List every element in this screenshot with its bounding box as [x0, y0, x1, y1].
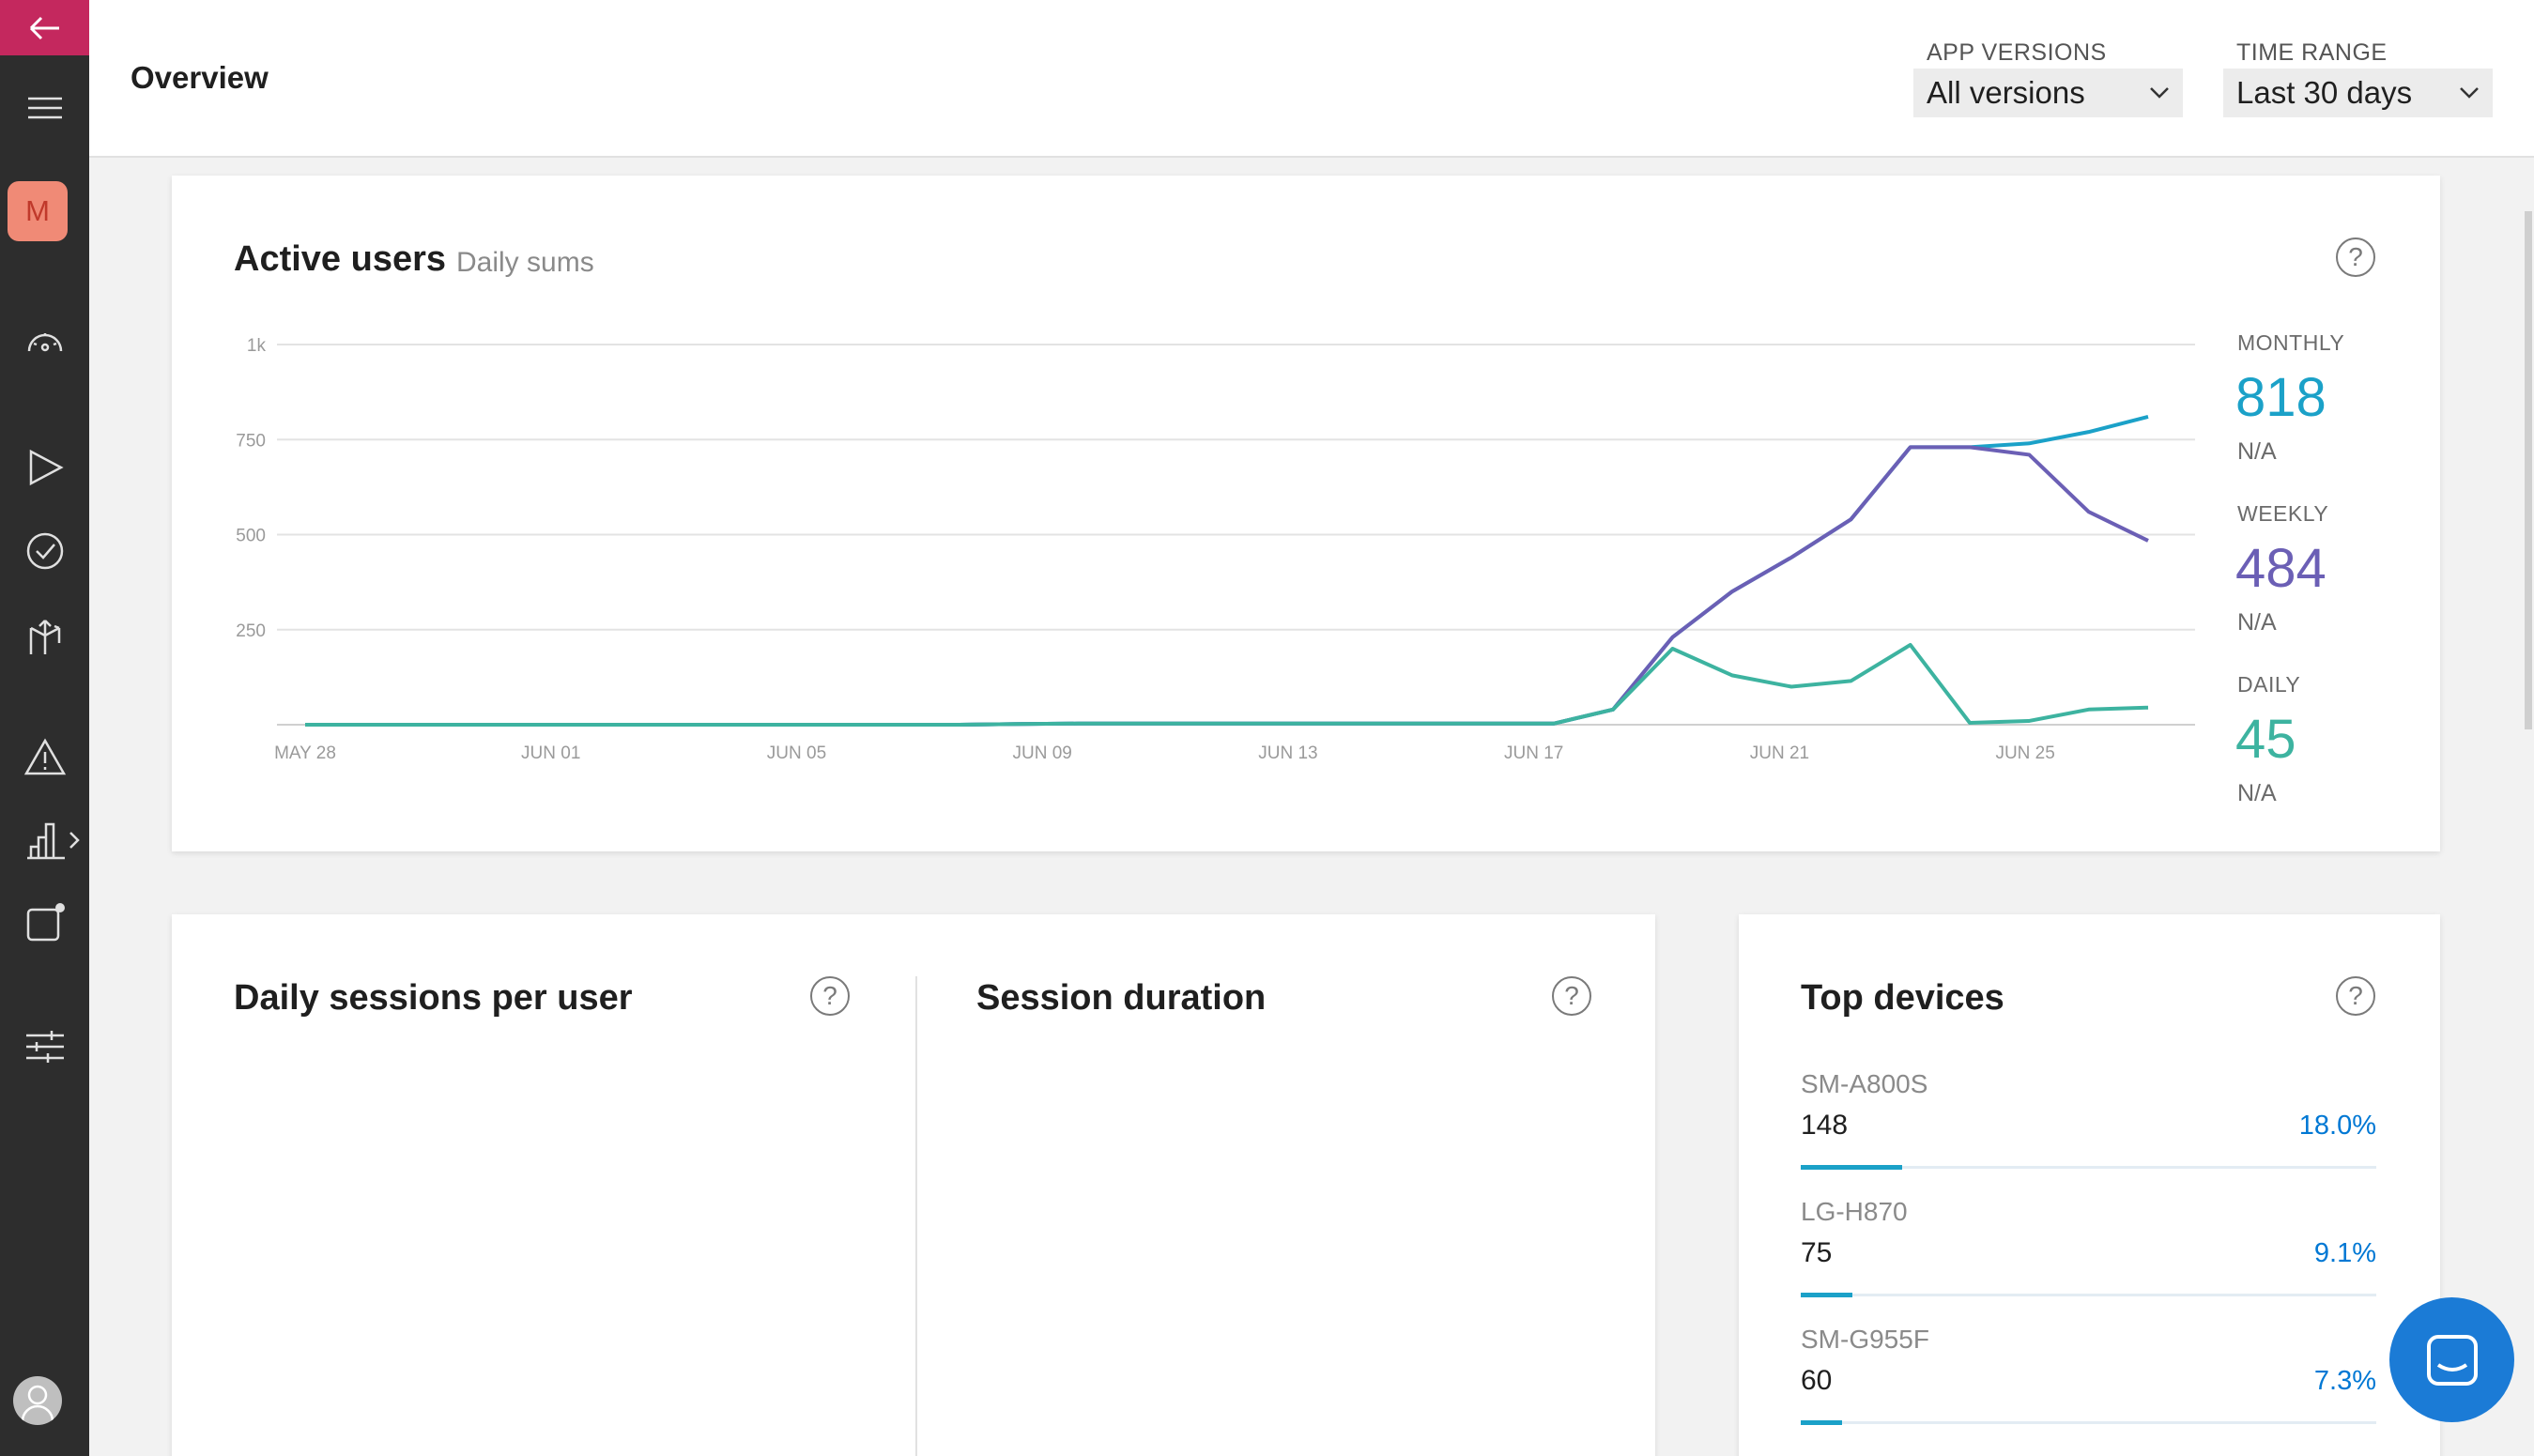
y-tick-label: 250 — [236, 621, 266, 641]
weekly-value: 484 — [2235, 538, 2327, 599]
x-tick-label: JUN 05 — [767, 743, 826, 763]
device-percent: 7.3% — [2313, 1366, 2376, 1396]
page-scrollbar[interactable] — [2525, 211, 2532, 729]
device-percent: 18.0% — [2298, 1111, 2376, 1141]
chat-support-button[interactable] — [2389, 1297, 2514, 1422]
device-share-bar — [1801, 1293, 2376, 1297]
top-devices-title: Top devices — [1801, 978, 2004, 1018]
device-name: LG-H870 — [1801, 1197, 1908, 1226]
chat-icon — [2426, 1334, 2478, 1386]
top-devices-help-icon[interactable]: ? — [2336, 976, 2375, 1016]
daily-value: 45 — [2235, 709, 2296, 770]
series-line-daily — [305, 642, 2149, 727]
y-tick-label: 1k — [247, 336, 267, 356]
series-line-weekly — [305, 445, 2149, 727]
device-name: SM-G955F — [1801, 1325, 1929, 1354]
device-name: SM-A800S — [1801, 1069, 1928, 1098]
x-tick-label: MAY 28 — [274, 743, 336, 763]
session-duration-title: Session duration — [976, 978, 1267, 1018]
monthly-change: N/A — [2237, 438, 2277, 465]
daily-sessions-help-icon[interactable]: ? — [810, 976, 850, 1016]
device-share-fill — [1801, 1293, 1852, 1297]
device-count: 60 — [1801, 1365, 1833, 1396]
device-count: 148 — [1801, 1110, 1849, 1141]
x-tick-label: JUN 25 — [1995, 743, 2054, 763]
device-percent: 9.1% — [2313, 1238, 2376, 1268]
x-tick-label: JUN 01 — [521, 743, 580, 763]
x-tick-label: JUN 17 — [1504, 743, 1563, 763]
y-tick-label: 500 — [236, 527, 266, 546]
sessions-card-divider — [915, 976, 917, 1456]
device-share-fill — [1801, 1165, 1902, 1170]
device-share-bar — [1801, 1420, 2376, 1425]
monthly-value: 818 — [2235, 367, 2327, 428]
y-tick-label: 750 — [236, 431, 266, 451]
weekly-label: WEEKLY — [2237, 501, 2329, 526]
series-line-monthly — [305, 415, 2149, 727]
x-tick-label: JUN 21 — [1750, 743, 1809, 763]
x-tick-label: JUN 13 — [1258, 743, 1317, 763]
daily-change: N/A — [2237, 780, 2277, 806]
device-count: 75 — [1801, 1237, 1833, 1268]
monthly-label: MONTHLY — [2237, 330, 2345, 355]
weekly-change: N/A — [2237, 609, 2277, 636]
daily-sessions-title: Daily sessions per user — [234, 978, 633, 1018]
daily-label: DAILY — [2237, 672, 2301, 697]
app-root: M Overview APP VERSIONS All versions TIM… — [0, 0, 2534, 1456]
device-share-fill — [1801, 1420, 1842, 1425]
session-duration-help-icon[interactable]: ? — [1552, 976, 1591, 1016]
x-tick-label: JUN 09 — [1013, 743, 1072, 763]
device-share-bar — [1801, 1165, 2376, 1170]
